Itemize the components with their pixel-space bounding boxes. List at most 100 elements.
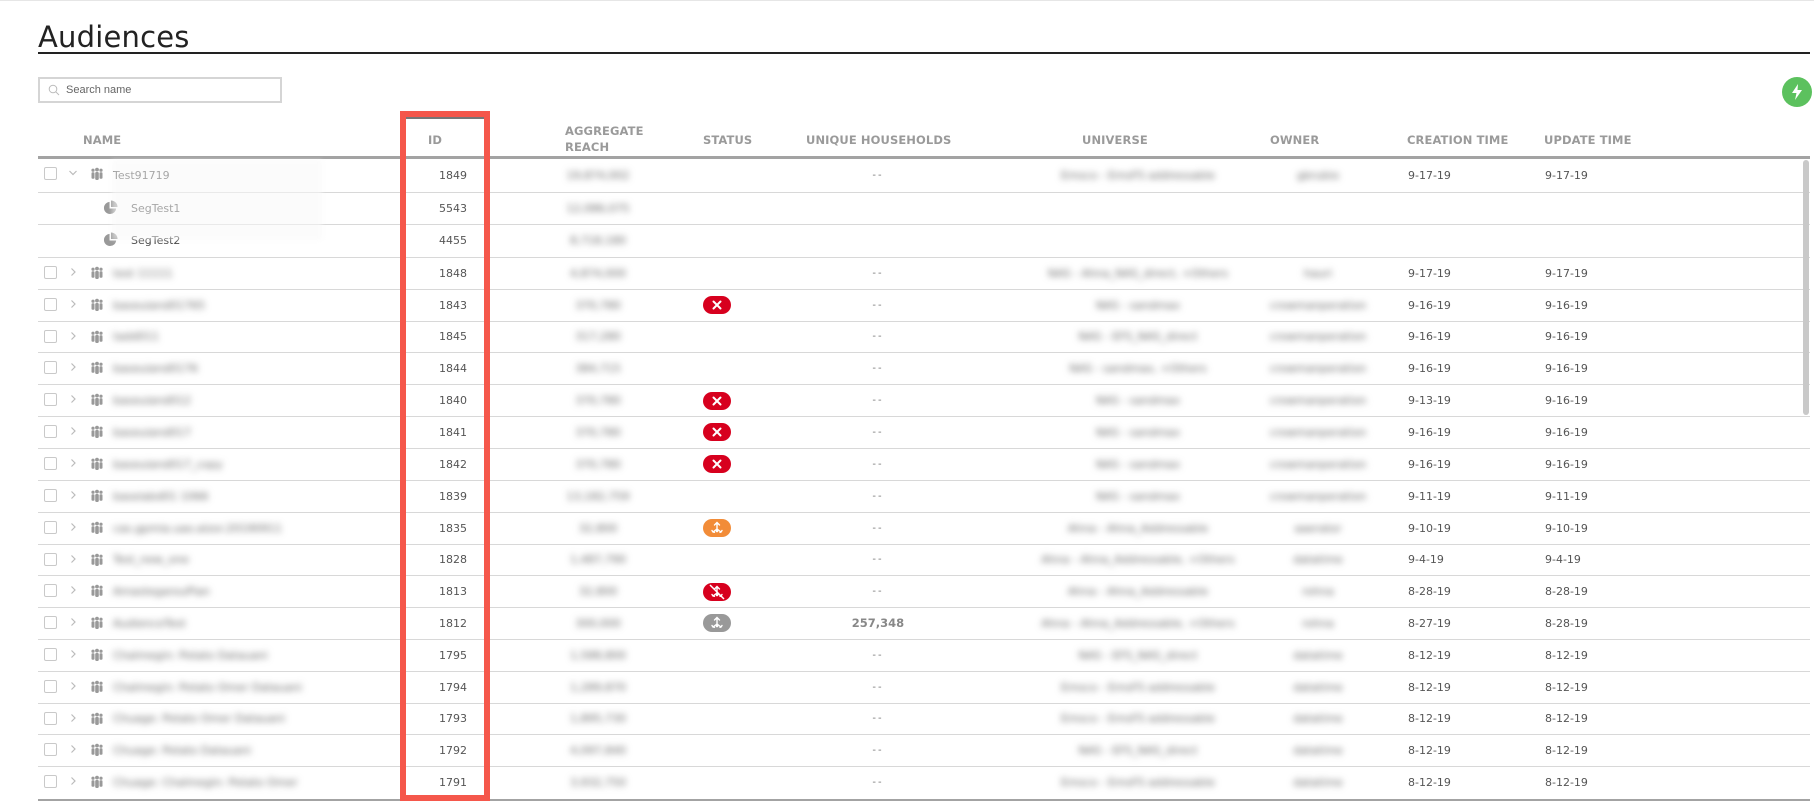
audience-name[interactable]: Test91719: [113, 159, 170, 192]
chevron-right-icon[interactable]: [68, 392, 78, 406]
audience-name[interactable]: Chalmegin: Potato Omer Datauani: [113, 672, 302, 703]
audience-name[interactable]: baseuiand017_copy: [113, 449, 223, 480]
vertical-scrollbar[interactable]: [1803, 160, 1809, 415]
audience-name[interactable]: baseiabd01 1066: [113, 481, 208, 512]
audience-name[interactable]: baseuiand012: [113, 385, 191, 416]
audience-row[interactable]: baseiabd01 1066 1839 13,182,759 -- NAS - san…: [38, 481, 1810, 513]
id-cell: 5543: [439, 201, 467, 215]
chevron-right-icon[interactable]: [68, 329, 78, 343]
row-checkbox[interactable]: [44, 488, 57, 502]
audience-row[interactable]: Chuage: Chalmegin: Potato Omer 1791 3,932,…: [38, 767, 1810, 801]
row-checkbox[interactable]: [44, 329, 57, 343]
audience-row[interactable]: baseuiand012 1840 370,780 -- NAS - sandmax cr…: [38, 385, 1810, 417]
audience-name[interactable]: Test_new_one: [113, 545, 189, 576]
segment-row[interactable]: SegTest2 4455 8,718,180: [38, 225, 1810, 258]
column-header-status[interactable]: STATUS: [703, 132, 752, 148]
segment-row[interactable]: SegTest1 5543 12,086,075: [38, 193, 1810, 225]
row-checkbox[interactable]: [44, 647, 57, 661]
column-header-update-time[interactable]: UPDATE TIME: [1544, 132, 1632, 148]
audience-name[interactable]: Chuage: Chalmegin: Potato Omer: [113, 767, 298, 799]
row-checkbox[interactable]: [44, 425, 57, 438]
chevron-right-icon[interactable]: [68, 774, 78, 788]
segment-name[interactable]: SegTest1: [131, 193, 180, 224]
column-header-name[interactable]: NAME: [83, 132, 121, 148]
audience-name[interactable]: Chalmegin: Potato Datauani: [113, 640, 268, 671]
audience-row[interactable]: baseuiand017_copy 1842 370,780 -- NAS - sand…: [38, 449, 1810, 481]
audience-name[interactable]: test 11111: [113, 258, 173, 289]
status-error-badge[interactable]: [703, 391, 731, 410]
aggregate-reach-cell: 1,588,800: [570, 648, 626, 662]
audience-name[interactable]: AudienceTest: [113, 608, 186, 639]
chevron-right-icon[interactable]: [68, 583, 78, 597]
audience-name[interactable]: cas.gpmia.uao.alzor.20190911: [113, 513, 282, 544]
audience-row[interactable]: test 11111 1848 4,874,000 -- NAS - Ahna_NAS_…: [38, 258, 1810, 290]
audience-row[interactable]: AudienceTest 1812 300,000 257,348 Ahna - Ahn…: [38, 608, 1810, 640]
row-checkbox[interactable]: [44, 679, 57, 693]
audience-name[interactable]: Chuage: Potato Datauani: [113, 735, 251, 766]
chevron-right-icon[interactable]: [68, 742, 78, 756]
audience-row[interactable]: Chalmegin: Potato Omer Datauani 1794 1,289…: [38, 672, 1810, 704]
chevron-right-icon[interactable]: [68, 360, 78, 374]
row-checkbox[interactable]: [44, 584, 57, 597]
audience-row[interactable]: cas.gpmia.uao.alzor.20190911 1835 32,800 --…: [38, 513, 1810, 545]
chevron-right-icon[interactable]: [68, 711, 78, 725]
audience-name[interactable]: baseuiand0176: [113, 353, 198, 384]
audience-name[interactable]: Chuage: Potato Omer Datauani: [113, 704, 285, 735]
segment-name[interactable]: SegTest2: [131, 225, 180, 257]
row-checkbox[interactable]: [44, 743, 57, 756]
audience-row[interactable]: Test_new_one 1828 1,487,790 -- Ahna - Ahna_A…: [38, 545, 1810, 576]
chevron-right-icon[interactable]: [68, 552, 78, 566]
row-checkbox[interactable]: [44, 552, 57, 566]
audience-row[interactable]: tadd011 1845 317,280 -- NAS - EFS_NAS_direct…: [38, 322, 1810, 353]
search-box[interactable]: [38, 77, 282, 103]
row-checkbox[interactable]: [44, 775, 57, 788]
quick-action-button[interactable]: [1782, 77, 1812, 107]
row-checkbox[interactable]: [44, 520, 57, 534]
status-error-badge[interactable]: [703, 296, 731, 314]
audience-row[interactable]: baseuiand0176 1844 384,715 -- NAS - sandmax,…: [38, 353, 1810, 385]
row-checkbox[interactable]: [44, 711, 57, 725]
audience-row[interactable]: Chuage: Potato Omer Datauani 1793 1,895,73…: [38, 704, 1810, 735]
chevron-right-icon[interactable]: [68, 647, 78, 661]
chevron-right-icon[interactable]: [68, 679, 78, 693]
status-error-badge[interactable]: [703, 423, 731, 442]
audience-row[interactable]: Test91719 1849 19,874,002 -- Emsco - EmsFS a…: [38, 159, 1810, 193]
status-distribution-disabled-badge[interactable]: [703, 582, 731, 601]
row-checkbox[interactable]: [44, 616, 57, 629]
row-checkbox[interactable]: [44, 265, 57, 279]
row-checkbox[interactable]: [44, 393, 57, 406]
chevron-right-icon[interactable]: [68, 520, 78, 534]
row-checkbox[interactable]: [44, 456, 57, 470]
audience-row[interactable]: Chalmegin: Potato Datauani 1795 1,588,800 -…: [38, 640, 1810, 672]
column-header-owner[interactable]: OWNER: [1270, 132, 1319, 148]
row-checkbox[interactable]: [44, 167, 57, 180]
chevron-right-icon[interactable]: [68, 297, 78, 311]
chevron-right-icon[interactable]: [68, 424, 78, 438]
chevron-right-icon[interactable]: [68, 488, 78, 502]
audience-row[interactable]: AmastegarouPlan 1813 32,800 -- Ahna - Ahna_A…: [38, 576, 1810, 608]
column-header-unique-households[interactable]: UNIQUE HOUSEHOLDS: [806, 132, 951, 148]
column-header-universe[interactable]: UNIVERSE: [1082, 132, 1148, 148]
aggregate-reach-cell: 3,932,750: [570, 776, 626, 790]
update-time-cell: 8-28-19: [1545, 616, 1588, 630]
search-input[interactable]: [66, 81, 276, 99]
status-distribution-warning-badge[interactable]: [703, 519, 731, 537]
column-header-id[interactable]: ID: [428, 132, 442, 148]
audience-name[interactable]: AmastegarouPlan: [113, 576, 210, 607]
chevron-right-icon[interactable]: [68, 615, 78, 629]
audience-row[interactable]: Chuage: Potato Datauani 1792 4,097,840 -- NA…: [38, 735, 1810, 767]
status-error-badge[interactable]: [703, 455, 731, 473]
row-checkbox[interactable]: [44, 361, 57, 374]
audience-name[interactable]: tadd011: [113, 322, 159, 353]
audience-row[interactable]: baseuiand01765 1843 370,780 -- NAS - sandmax…: [38, 290, 1810, 322]
column-header-creation-time[interactable]: CREATION TIME: [1407, 132, 1508, 148]
chevron-right-icon[interactable]: [68, 265, 78, 279]
row-checkbox[interactable]: [44, 297, 57, 311]
chevron-down-icon[interactable]: [68, 166, 78, 180]
chevron-right-icon[interactable]: [68, 456, 78, 470]
audience-row[interactable]: baseuiand017 1841 370,780 -- NAS - sandmax cr…: [38, 417, 1810, 449]
column-header-aggregate-reach[interactable]: AGGREGATE REACH: [565, 123, 644, 155]
status-distribution-badge[interactable]: [703, 614, 731, 633]
audience-name[interactable]: baseuiand017: [113, 417, 191, 448]
audience-name[interactable]: baseuiand01765: [113, 290, 205, 321]
